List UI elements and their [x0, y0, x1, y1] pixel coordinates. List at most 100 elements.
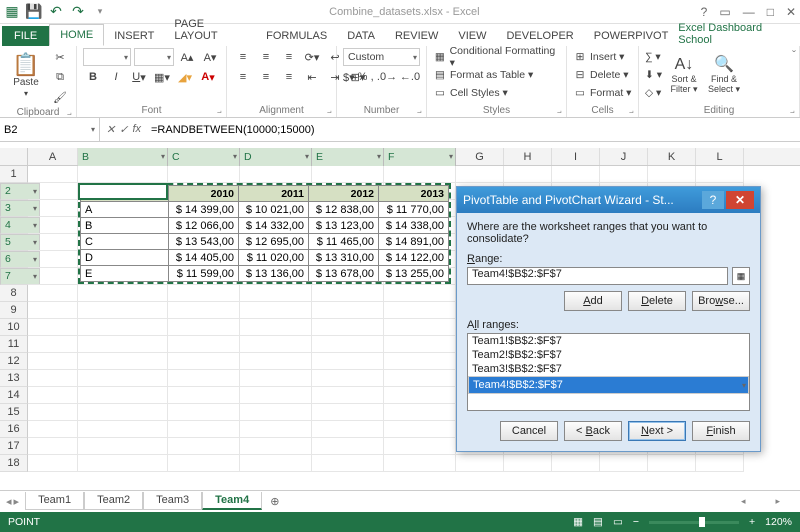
- delete-cells-button[interactable]: ⊟Delete ▾: [573, 66, 632, 84]
- format-painter-icon[interactable]: 🖌: [50, 88, 70, 106]
- sheet-tab[interactable]: Team1: [25, 492, 84, 510]
- font-color-icon[interactable]: A▾: [198, 68, 218, 86]
- percent-icon[interactable]: %: [358, 68, 368, 86]
- range-picker-icon[interactable]: ▦: [732, 267, 750, 285]
- column-header[interactable]: C: [168, 148, 240, 166]
- save-icon[interactable]: 💾: [26, 4, 42, 20]
- tab-home[interactable]: HOME: [49, 24, 104, 46]
- page-break-view-icon[interactable]: ▭: [613, 516, 623, 528]
- row-header[interactable]: 17: [0, 438, 28, 455]
- column-header[interactable]: L: [696, 148, 744, 165]
- formula-input[interactable]: =RANDBETWEEN(10000;15000): [147, 124, 800, 136]
- dialog-close-icon[interactable]: ✕: [726, 191, 754, 209]
- fill-color-icon[interactable]: ◢▾: [175, 68, 195, 86]
- align-left-icon[interactable]: ≡: [233, 68, 253, 86]
- tab-developer[interactable]: DEVELOPER: [496, 26, 583, 46]
- name-box[interactable]: B2: [0, 118, 100, 141]
- copy-icon[interactable]: ⧉: [50, 68, 70, 86]
- cancel-formula-icon[interactable]: ✕: [106, 123, 115, 136]
- school-link[interactable]: Excel Dashboard School: [678, 22, 800, 46]
- zoom-level[interactable]: 120%: [765, 516, 792, 528]
- insert-cells-button[interactable]: ⊞Insert ▾: [573, 48, 632, 66]
- row-header[interactable]: 14: [0, 387, 28, 404]
- tab-powerpivot[interactable]: POWERPIVOT: [584, 26, 679, 46]
- align-top-icon[interactable]: ≡: [233, 48, 253, 66]
- tab-insert[interactable]: INSERT: [104, 26, 164, 46]
- range-input[interactable]: Team4!$B$2:$F$7: [467, 267, 728, 285]
- align-middle-icon[interactable]: ≡: [256, 48, 276, 66]
- accounting-icon[interactable]: $▾: [343, 68, 355, 86]
- page-layout-view-icon[interactable]: ▤: [593, 516, 603, 528]
- minimize-icon[interactable]: —: [743, 5, 755, 19]
- select-all-corner[interactable]: [0, 148, 28, 165]
- comma-icon[interactable]: ,: [370, 68, 374, 86]
- row-header[interactable]: 1: [0, 166, 28, 183]
- clear-button[interactable]: ◇ ▾: [645, 84, 662, 102]
- hscroll-left-icon[interactable]: ◂: [741, 496, 746, 507]
- column-header[interactable]: D: [240, 148, 312, 166]
- row-header[interactable]: 10: [0, 319, 28, 336]
- redo-icon[interactable]: ↷: [70, 4, 86, 20]
- align-right-icon[interactable]: ≡: [279, 68, 299, 86]
- conditional-formatting-button[interactable]: ▦Conditional Formatting ▾: [433, 48, 560, 66]
- tab-file[interactable]: FILE: [2, 26, 49, 46]
- sheet-tab[interactable]: Team3: [143, 492, 202, 510]
- add-button[interactable]: Add: [564, 291, 622, 311]
- undo-icon[interactable]: ↶: [48, 4, 64, 20]
- font-name-select[interactable]: [83, 48, 131, 66]
- column-header[interactable]: E: [312, 148, 384, 166]
- column-header[interactable]: I: [552, 148, 600, 165]
- sheet-nav-first-icon[interactable]: ◂: [6, 495, 12, 508]
- row-header[interactable]: 9: [0, 302, 28, 319]
- dialog-titlebar[interactable]: PivotTable and PivotChart Wizard - St...…: [457, 187, 760, 213]
- row-header[interactable]: 8: [0, 285, 28, 302]
- column-header[interactable]: F: [384, 148, 456, 166]
- italic-icon[interactable]: I: [106, 68, 126, 86]
- help-icon[interactable]: ?: [701, 5, 708, 19]
- indent-dec-icon[interactable]: ⇤: [302, 68, 322, 86]
- ribbon-options-icon[interactable]: ▭: [719, 5, 730, 19]
- fill-button[interactable]: ⬇ ▾: [645, 66, 662, 84]
- range-list-item[interactable]: Team4!$B$2:$F$7: [468, 376, 749, 394]
- browse-button[interactable]: Browse...: [692, 291, 750, 311]
- cut-icon[interactable]: ✂: [50, 48, 70, 66]
- enter-formula-icon[interactable]: ✓: [119, 123, 128, 136]
- column-header[interactable]: G: [456, 148, 504, 165]
- align-center-icon[interactable]: ≡: [256, 68, 276, 86]
- range-list-item[interactable]: Team3!$B$2:$F$7: [468, 362, 749, 376]
- collapse-ribbon-icon[interactable]: ˇ: [792, 48, 796, 62]
- new-sheet-button[interactable]: ⊕: [262, 495, 287, 508]
- column-header[interactable]: K: [648, 148, 696, 165]
- sheet-nav-last-icon[interactable]: ▸: [14, 495, 20, 508]
- sheet-tab[interactable]: Team2: [84, 492, 143, 510]
- hscroll-right-icon[interactable]: ▸: [775, 496, 780, 507]
- cancel-button[interactable]: Cancel: [500, 421, 558, 441]
- tab-formulas[interactable]: FORMULAS: [256, 26, 337, 46]
- format-as-table-button[interactable]: ▤Format as Table ▾: [433, 66, 560, 84]
- maximize-icon[interactable]: □: [767, 5, 774, 19]
- finish-button[interactable]: Finish: [692, 421, 750, 441]
- back-button[interactable]: < Back: [564, 421, 622, 441]
- zoom-in-icon[interactable]: +: [749, 516, 755, 528]
- format-cells-button[interactable]: ▭Format ▾: [573, 84, 632, 102]
- find-select-button[interactable]: 🔍Find & Select ▾: [706, 48, 742, 104]
- normal-view-icon[interactable]: ▦: [573, 516, 583, 528]
- dialog-help-icon[interactable]: ?: [702, 191, 724, 209]
- tab-review[interactable]: REVIEW: [385, 26, 448, 46]
- autosum-button[interactable]: ∑ ▾: [645, 48, 662, 66]
- tab-view[interactable]: VIEW: [448, 26, 496, 46]
- sheet-tab[interactable]: Team4: [202, 492, 262, 510]
- orientation-icon[interactable]: ⟳▾: [302, 48, 322, 66]
- number-format-select[interactable]: Custom: [343, 48, 420, 66]
- bold-icon[interactable]: B: [83, 68, 103, 86]
- cell-styles-button[interactable]: ▭Cell Styles ▾: [433, 84, 560, 102]
- row-header[interactable]: 13: [0, 370, 28, 387]
- row-header[interactable]: 18: [0, 455, 28, 472]
- all-ranges-listbox[interactable]: Team1!$B$2:$F$7Team2!$B$2:$F$7Team3!$B$2…: [467, 333, 750, 411]
- align-bottom-icon[interactable]: ≡: [279, 48, 299, 66]
- column-header[interactable]: B: [78, 148, 168, 166]
- row-header[interactable]: 15: [0, 404, 28, 421]
- range-list-item[interactable]: Team1!$B$2:$F$7: [468, 334, 749, 348]
- zoom-slider[interactable]: [649, 521, 739, 524]
- underline-icon[interactable]: U▾: [129, 68, 149, 86]
